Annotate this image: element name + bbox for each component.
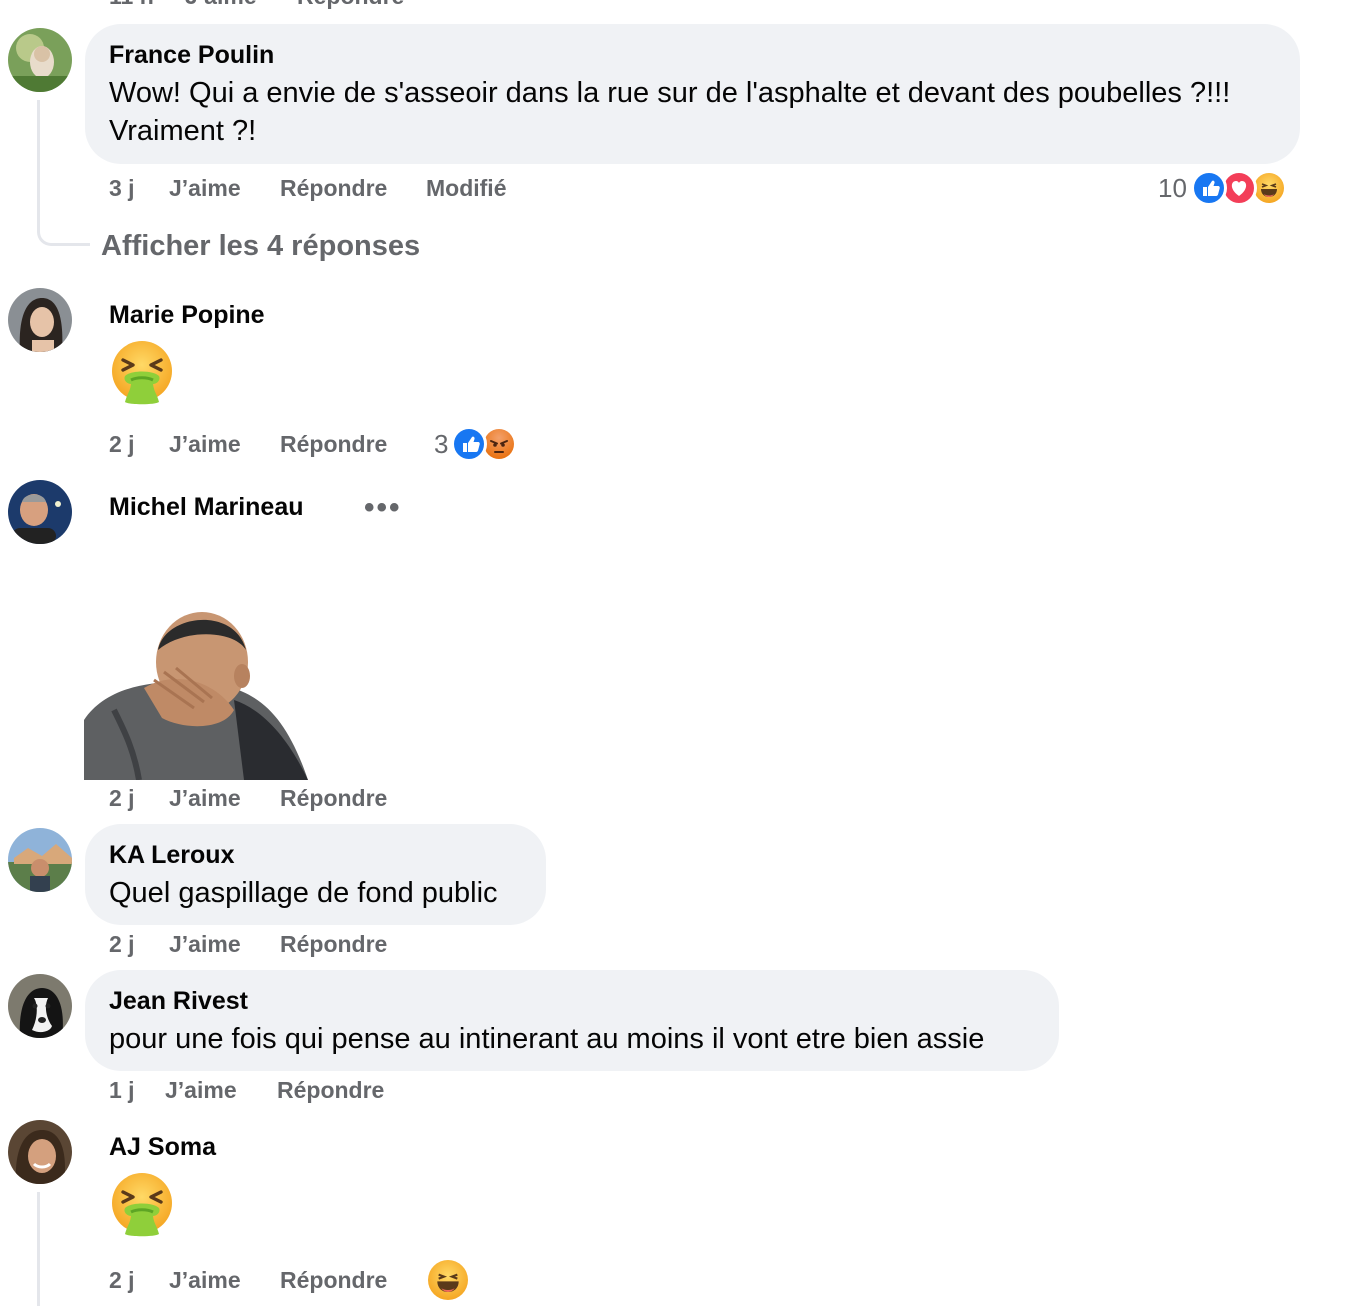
avatar[interactable] [8, 480, 72, 544]
comment-time[interactable]: 2 j [109, 930, 135, 958]
comment-bubble: Jean Rivest pour une fois qui pense au i… [85, 970, 1059, 1071]
facepalm-sticker[interactable] [84, 610, 308, 780]
comment-text: Wow! Qui a envie de s'asseoir dans la ru… [109, 77, 1231, 147]
comment-bubble: KA Leroux Quel gaspillage de fond public [85, 824, 546, 925]
reply-link[interactable]: Répondre [280, 784, 387, 812]
author-name[interactable]: Michel Marineau [109, 492, 304, 522]
reply-link[interactable]: Répondre [280, 430, 387, 458]
reply-thread-line [37, 100, 90, 246]
reaction-summary[interactable]: 10 [1158, 170, 1287, 206]
comment-time[interactable]: 2 j [109, 784, 135, 812]
haha-icon[interactable] [428, 1260, 468, 1300]
comment-time[interactable]: 3 j [109, 174, 135, 202]
edited-label[interactable]: Modifié [426, 174, 507, 202]
reply-link[interactable]: Répondre [280, 174, 387, 202]
previous-comment-meta: 11 h J’aime Répondre [0, 0, 1350, 12]
more-options-icon[interactable]: ••• [364, 493, 402, 523]
author-name[interactable]: AJ Soma [109, 1132, 216, 1162]
comment-text: pour une fois qui pense au intinerant au… [109, 1023, 985, 1055]
reply-thread-line [37, 1192, 40, 1306]
reaction-count: 3 [434, 429, 449, 459]
like-link[interactable]: J’aime [169, 930, 241, 958]
comment-time: 11 h [109, 0, 154, 10]
author-name[interactable]: KA Leroux [109, 840, 234, 870]
like-icon [1190, 170, 1227, 206]
reaction-summary[interactable]: 3 [434, 426, 518, 462]
avatar[interactable] [8, 28, 72, 92]
vomit-emoji [109, 1172, 175, 1238]
avatar[interactable] [8, 828, 72, 892]
like-link[interactable]: J’aime [169, 174, 241, 202]
avatar[interactable] [8, 1120, 72, 1184]
reply-link[interactable]: Répondre [280, 930, 387, 958]
reply-link[interactable]: Répondre [277, 1076, 384, 1104]
like-link[interactable]: J’aime [165, 1076, 237, 1104]
comment-time[interactable]: 2 j [109, 430, 135, 458]
author-name[interactable]: Jean Rivest [109, 986, 248, 1016]
comment-time[interactable]: 1 j [109, 1076, 135, 1104]
like-link[interactable]: J’aime [169, 784, 241, 812]
comment-bubble: France Poulin Wow! Qui a envie de s'asse… [85, 24, 1300, 164]
author-name[interactable]: Marie Popine [109, 300, 265, 330]
avatar[interactable] [8, 974, 72, 1038]
avatar[interactable] [8, 288, 72, 352]
comment-time[interactable]: 2 j [109, 1266, 135, 1294]
like-link[interactable]: J’aime [169, 1266, 241, 1294]
reply-link[interactable]: Répondre [280, 1266, 387, 1294]
like-link[interactable]: J’aime [185, 0, 257, 10]
comment-text: Quel gaspillage de fond public [109, 877, 498, 909]
reaction-count: 10 [1158, 173, 1187, 203]
like-link[interactable]: J’aime [169, 430, 241, 458]
reply-link[interactable]: Répondre [297, 0, 404, 10]
author-name[interactable]: France Poulin [109, 40, 274, 70]
vomit-emoji [109, 340, 175, 406]
view-replies-link[interactable]: Afficher les 4 réponses [101, 229, 420, 263]
like-icon [451, 426, 488, 462]
